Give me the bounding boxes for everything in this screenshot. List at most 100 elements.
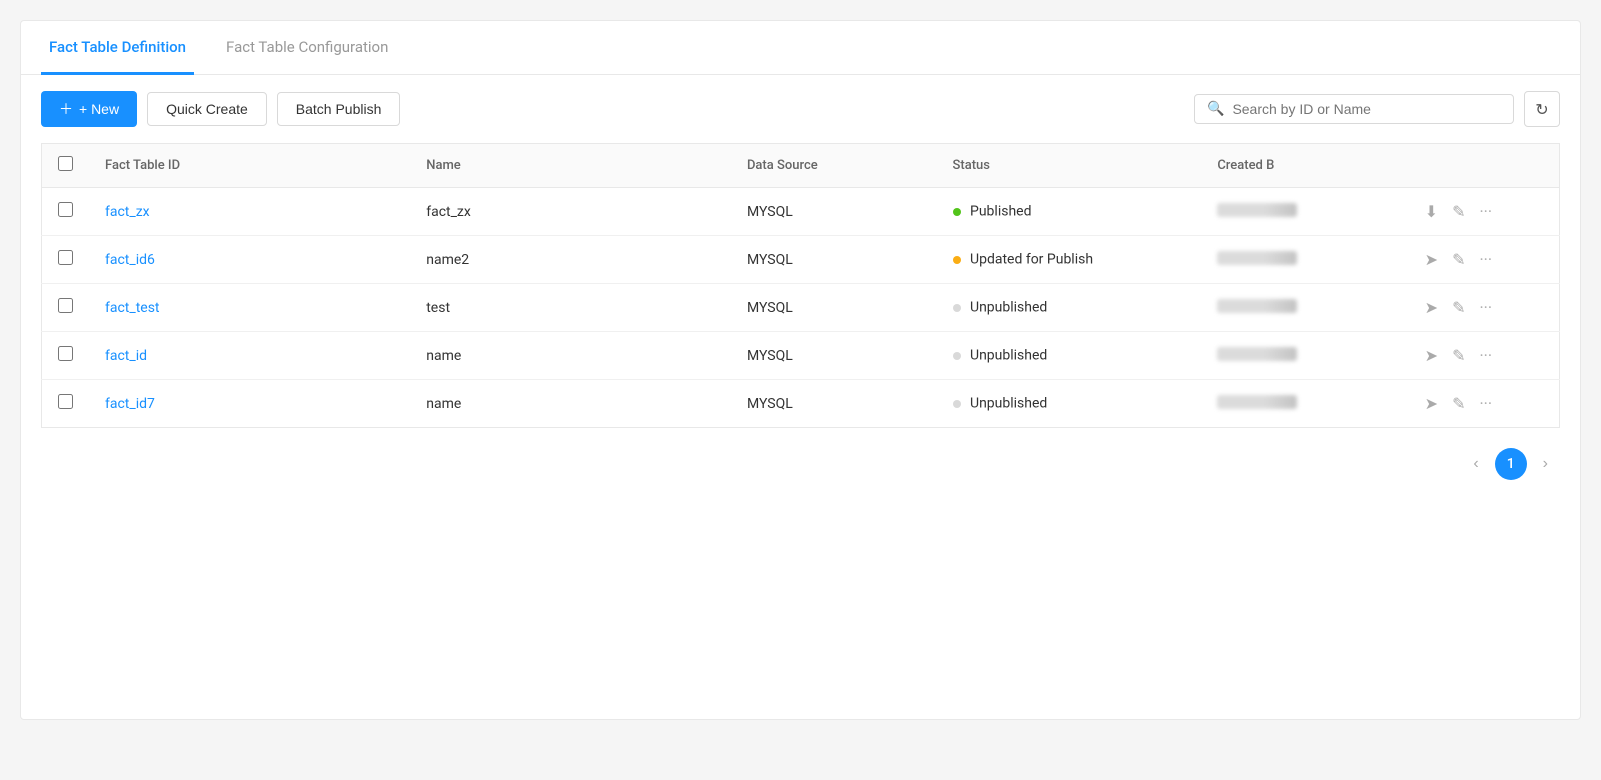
row-actions: ➤ ✎ ··· bbox=[1409, 236, 1560, 284]
row-checkbox[interactable] bbox=[58, 202, 73, 217]
row-actions: ⬇ ✎ ··· bbox=[1409, 188, 1560, 236]
current-page-number[interactable]: 1 bbox=[1495, 448, 1527, 480]
tab-definition[interactable]: Fact Table Definition bbox=[41, 22, 194, 75]
search-input[interactable] bbox=[1232, 101, 1501, 117]
table-container: Fact Table ID Name Data Source Status Cr… bbox=[21, 143, 1580, 428]
row-data-source: MYSQL bbox=[731, 332, 937, 380]
row-checkbox-cell bbox=[42, 284, 90, 332]
table-header-row: Fact Table ID Name Data Source Status Cr… bbox=[42, 144, 1560, 188]
row-checkbox[interactable] bbox=[58, 298, 73, 313]
table-row: fact_id7 name MYSQL Unpublished ➤ ✎ ··· bbox=[42, 380, 1560, 428]
publish-icon[interactable]: ⬇ bbox=[1425, 202, 1438, 221]
row-created-by bbox=[1201, 236, 1408, 284]
more-icon[interactable]: ··· bbox=[1479, 346, 1492, 365]
row-actions: ➤ ✎ ··· bbox=[1409, 380, 1560, 428]
status-dot bbox=[953, 304, 961, 312]
row-name: fact_zx bbox=[410, 188, 731, 236]
tabs-bar: Fact Table Definition Fact Table Configu… bbox=[21, 21, 1580, 75]
row-checkbox[interactable] bbox=[58, 394, 73, 409]
more-icon[interactable]: ··· bbox=[1479, 394, 1492, 413]
status-dot bbox=[953, 256, 961, 264]
more-icon[interactable]: ··· bbox=[1479, 202, 1492, 221]
col-header-data-source: Data Source bbox=[731, 144, 937, 188]
fact-id-link[interactable]: fact_id7 bbox=[105, 396, 155, 412]
row-checkbox[interactable] bbox=[58, 250, 73, 265]
edit-icon[interactable]: ✎ bbox=[1452, 346, 1465, 365]
created-by-blurred bbox=[1217, 395, 1297, 409]
row-checkbox[interactable] bbox=[58, 346, 73, 361]
fact-id-link[interactable]: fact_zx bbox=[105, 204, 150, 220]
col-header-status: Status bbox=[937, 144, 1202, 188]
prev-page-button[interactable]: ‹ bbox=[1465, 451, 1486, 477]
created-by-blurred bbox=[1217, 251, 1297, 265]
row-status: Updated for Publish bbox=[937, 236, 1202, 284]
row-created-by bbox=[1201, 284, 1408, 332]
created-by-blurred bbox=[1217, 347, 1297, 361]
fact-id-link[interactable]: fact_id6 bbox=[105, 252, 155, 268]
publish-icon[interactable]: ➤ bbox=[1425, 394, 1438, 413]
row-fact-id: fact_zx bbox=[89, 188, 410, 236]
col-header-name: Name bbox=[410, 144, 731, 188]
publish-icon[interactable]: ➤ bbox=[1425, 298, 1438, 317]
status-label: Published bbox=[970, 204, 1031, 220]
row-checkbox-cell bbox=[42, 380, 90, 428]
status-dot bbox=[953, 352, 961, 360]
status-label: Unpublished bbox=[970, 396, 1047, 412]
select-all-checkbox[interactable] bbox=[58, 156, 73, 171]
quick-create-button[interactable]: Quick Create bbox=[147, 92, 267, 126]
col-header-created-by: Created B bbox=[1201, 144, 1408, 188]
fact-id-link[interactable]: fact_id bbox=[105, 348, 147, 364]
table-row: fact_id6 name2 MYSQL Updated for Publish… bbox=[42, 236, 1560, 284]
next-icon: › bbox=[1543, 455, 1548, 472]
status-label: Updated for Publish bbox=[970, 252, 1093, 268]
status-label: Unpublished bbox=[970, 300, 1047, 316]
batch-publish-button[interactable]: Batch Publish bbox=[277, 92, 401, 126]
row-name: name bbox=[410, 332, 731, 380]
row-fact-id: fact_id6 bbox=[89, 236, 410, 284]
edit-icon[interactable]: ✎ bbox=[1452, 298, 1465, 317]
fact-id-link[interactable]: fact_test bbox=[105, 300, 160, 316]
publish-icon[interactable]: ➤ bbox=[1425, 346, 1438, 365]
row-data-source: MYSQL bbox=[731, 284, 937, 332]
fact-table: Fact Table ID Name Data Source Status Cr… bbox=[41, 143, 1560, 428]
refresh-button[interactable]: ↻ bbox=[1524, 91, 1560, 127]
row-checkbox-cell bbox=[42, 188, 90, 236]
row-data-source: MYSQL bbox=[731, 188, 937, 236]
status-label: Unpublished bbox=[970, 348, 1047, 364]
toolbar: ＋ + New Quick Create Batch Publish 🔍 ↻ bbox=[21, 75, 1580, 143]
more-icon[interactable]: ··· bbox=[1479, 250, 1492, 269]
table-row: fact_zx fact_zx MYSQL Published ⬇ ✎ ··· bbox=[42, 188, 1560, 236]
edit-icon[interactable]: ✎ bbox=[1452, 202, 1465, 221]
edit-icon[interactable]: ✎ bbox=[1452, 394, 1465, 413]
table-row: fact_test test MYSQL Unpublished ➤ ✎ ··· bbox=[42, 284, 1560, 332]
refresh-icon: ↻ bbox=[1535, 100, 1548, 119]
tab-configuration[interactable]: Fact Table Configuration bbox=[218, 22, 396, 75]
row-status: Unpublished bbox=[937, 284, 1202, 332]
more-icon[interactable]: ··· bbox=[1479, 298, 1492, 317]
row-status: Unpublished bbox=[937, 332, 1202, 380]
next-page-button[interactable]: › bbox=[1535, 451, 1556, 477]
row-data-source: MYSQL bbox=[731, 236, 937, 284]
row-created-by bbox=[1201, 380, 1408, 428]
search-box: 🔍 bbox=[1194, 94, 1514, 124]
status-dot bbox=[953, 400, 961, 408]
table-row: fact_id name MYSQL Unpublished ➤ ✎ ··· bbox=[42, 332, 1560, 380]
row-created-by bbox=[1201, 188, 1408, 236]
edit-icon[interactable]: ✎ bbox=[1452, 250, 1465, 269]
row-fact-id: fact_id7 bbox=[89, 380, 410, 428]
status-dot bbox=[953, 208, 961, 216]
header-checkbox-cell bbox=[42, 144, 90, 188]
row-name: name bbox=[410, 380, 731, 428]
row-status: Unpublished bbox=[937, 380, 1202, 428]
row-actions: ➤ ✎ ··· bbox=[1409, 332, 1560, 380]
row-name: test bbox=[410, 284, 731, 332]
created-by-blurred bbox=[1217, 299, 1297, 313]
new-button[interactable]: ＋ + New bbox=[41, 91, 137, 127]
row-data-source: MYSQL bbox=[731, 380, 937, 428]
row-checkbox-cell bbox=[42, 236, 90, 284]
publish-icon[interactable]: ➤ bbox=[1425, 250, 1438, 269]
row-fact-id: fact_id bbox=[89, 332, 410, 380]
col-header-actions bbox=[1409, 144, 1560, 188]
search-icon: 🔍 bbox=[1207, 101, 1224, 117]
created-by-blurred bbox=[1217, 203, 1297, 217]
